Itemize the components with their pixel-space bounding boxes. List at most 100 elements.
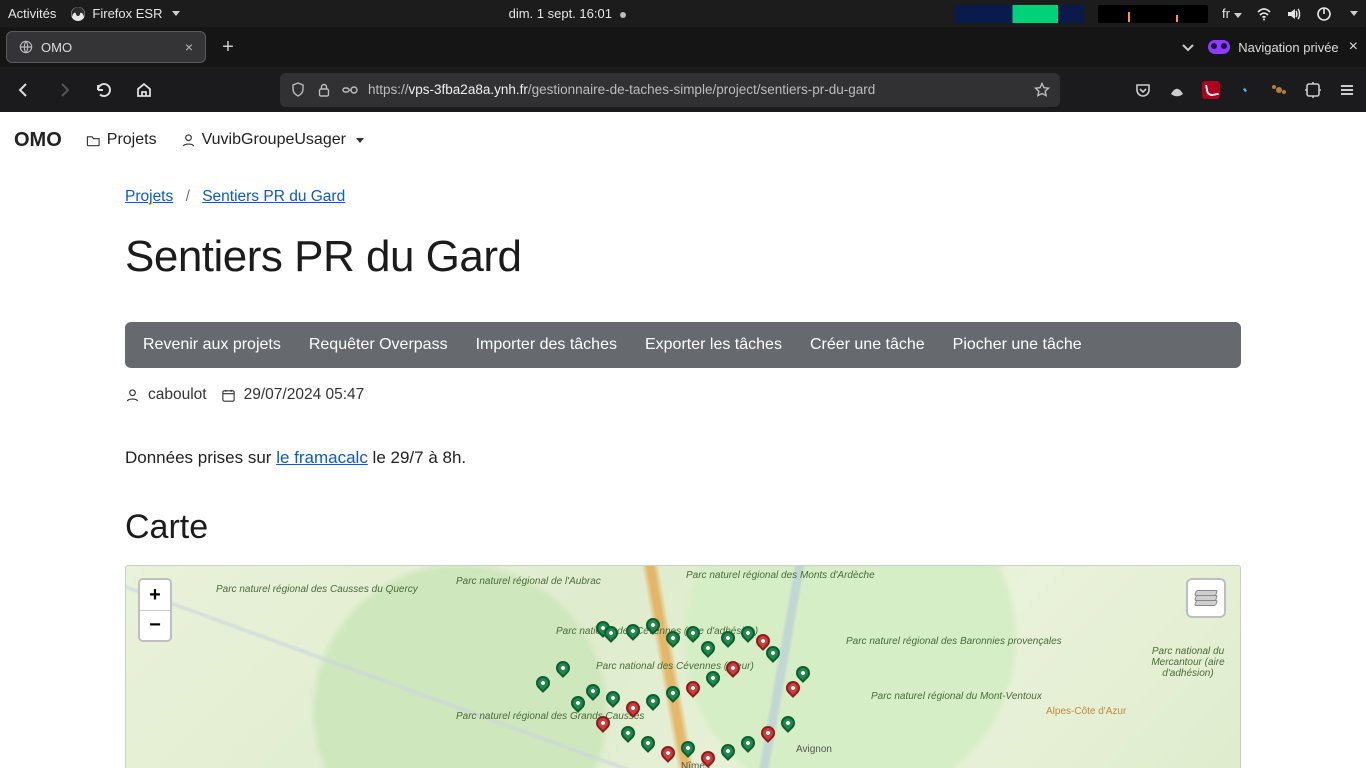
map-marker[interactable] xyxy=(643,615,663,635)
forward-button xyxy=(50,76,78,104)
browser-toolbar: https://vps-3fba2a8a.ynh.fr/gestionnaire… xyxy=(0,67,1366,112)
back-button[interactable] xyxy=(10,76,38,104)
brand-logo[interactable]: OMO xyxy=(14,129,62,152)
lock-icon[interactable] xyxy=(316,82,332,98)
map-marker[interactable] xyxy=(698,748,718,768)
system-graph-icon xyxy=(954,5,1084,23)
tab-close-button[interactable]: × xyxy=(185,39,193,55)
import-tasks-button[interactable]: Importer des tâches xyxy=(462,326,631,364)
permissions-icon[interactable] xyxy=(342,82,358,98)
wifi-icon[interactable] xyxy=(1256,6,1272,22)
map-marker[interactable] xyxy=(553,658,573,678)
breadcrumb-sep: / xyxy=(186,188,190,205)
map-marker[interactable] xyxy=(623,698,643,718)
map-label: Parc national du Mercantour (aire d'adhé… xyxy=(1136,646,1240,679)
map-layers-button[interactable] xyxy=(1186,578,1226,618)
map-marker[interactable] xyxy=(638,733,658,753)
map-marker[interactable] xyxy=(593,713,613,733)
app-menu[interactable]: Firefox ESR xyxy=(70,6,180,22)
app-menu-label: Firefox ESR xyxy=(92,6,162,21)
map-label: Parc naturel régional des Baronnies prov… xyxy=(846,636,1062,647)
keyboard-layout-indicator[interactable]: fr xyxy=(1222,6,1242,21)
map-marker[interactable] xyxy=(793,663,813,683)
nav-user-menu[interactable]: VuvibGroupeUsager xyxy=(181,131,364,149)
bookmark-star-icon[interactable] xyxy=(1034,82,1050,98)
map-marker[interactable] xyxy=(643,691,663,711)
zoom-in-button[interactable]: + xyxy=(140,580,170,610)
os-top-bar: Activités Firefox ESR dim. 1 sept. 16:01… xyxy=(0,0,1366,27)
new-tab-button[interactable]: + xyxy=(212,31,244,63)
create-task-button[interactable]: Créer une tâche xyxy=(796,326,939,364)
chevron-down-icon xyxy=(1234,13,1242,18)
map-marker[interactable] xyxy=(568,693,588,713)
map-marker[interactable] xyxy=(678,738,698,758)
map-marker[interactable] xyxy=(718,628,738,648)
firefox-icon xyxy=(70,6,86,22)
chevron-down-icon xyxy=(356,138,364,143)
layers-icon xyxy=(1195,590,1217,606)
map-marker[interactable] xyxy=(533,673,553,693)
user-icon xyxy=(181,133,196,148)
framacalc-link[interactable]: le framacalc xyxy=(276,448,368,467)
chevron-down-icon xyxy=(172,11,180,16)
ublock-icon[interactable] xyxy=(1202,81,1220,99)
extensions-button[interactable] xyxy=(1304,81,1322,99)
map-marker[interactable] xyxy=(663,628,683,648)
tabs-dropdown-button[interactable] xyxy=(1180,39,1196,55)
map-zoom-control: + − xyxy=(138,578,172,642)
map-marker[interactable] xyxy=(618,723,638,743)
window-close-button[interactable]: × xyxy=(1349,38,1358,56)
power-icon[interactable] xyxy=(1316,6,1332,22)
map-marker[interactable] xyxy=(723,658,743,678)
home-button[interactable] xyxy=(130,76,158,104)
browser-tab[interactable]: OMO × xyxy=(6,31,206,63)
browser-tabstrip: OMO × + Navigation privée × xyxy=(0,27,1366,67)
map-marker[interactable] xyxy=(758,723,778,743)
map-marker[interactable] xyxy=(778,713,798,733)
private-label: Navigation privée xyxy=(1238,40,1338,55)
map-marker[interactable] xyxy=(583,681,603,701)
map-marker[interactable] xyxy=(663,683,683,703)
back-to-projects-button[interactable]: Revenir aux projets xyxy=(129,326,295,364)
map-marker[interactable] xyxy=(683,678,703,698)
extension-icon[interactable] xyxy=(1168,81,1186,99)
volume-icon[interactable] xyxy=(1286,6,1302,22)
system-graph2-icon xyxy=(1098,5,1208,23)
map-marker[interactable] xyxy=(738,733,758,753)
map-marker[interactable] xyxy=(783,678,803,698)
private-browsing-badge: Navigation privée xyxy=(1208,40,1338,55)
tab-title: OMO xyxy=(41,40,72,55)
map-marker[interactable] xyxy=(658,743,678,763)
map-label: Parc naturel régional du Mont-Ventoux xyxy=(871,691,1042,702)
page-viewport[interactable]: OMO Projets VuvibGroupeUsager Projets / … xyxy=(0,112,1366,768)
pick-task-button[interactable]: Piocher une tâche xyxy=(939,326,1096,364)
project-map[interactable]: + − Parc naturel régional des Causses du… xyxy=(125,565,1241,768)
folder-icon xyxy=(86,133,101,148)
extension2-icon[interactable] xyxy=(1236,81,1254,99)
project-author: caboulot xyxy=(148,386,207,404)
notification-dot-icon xyxy=(620,12,626,18)
query-overpass-button[interactable]: Requêter Overpass xyxy=(295,326,462,364)
map-marker[interactable] xyxy=(623,621,643,641)
breadcrumb-current[interactable]: Sentiers PR du Gard xyxy=(202,188,345,205)
map-marker[interactable] xyxy=(703,668,723,688)
map-marker[interactable] xyxy=(698,638,718,658)
map-marker[interactable] xyxy=(683,623,703,643)
extension3-icon[interactable] xyxy=(1270,81,1288,99)
tracking-shield-icon[interactable] xyxy=(290,82,306,98)
os-clock[interactable]: dim. 1 sept. 16:01 xyxy=(180,6,954,21)
nav-projects[interactable]: Projets xyxy=(86,131,157,149)
url-bar[interactable]: https://vps-3fba2a8a.ynh.fr/gestionnaire… xyxy=(280,73,1060,107)
project-action-bar: Revenir aux projets Requêter Overpass Im… xyxy=(125,322,1241,368)
pocket-icon[interactable] xyxy=(1134,81,1152,99)
mask-icon xyxy=(1208,40,1230,54)
map-marker[interactable] xyxy=(718,741,738,761)
reload-button[interactable] xyxy=(90,76,118,104)
map-marker[interactable] xyxy=(603,688,623,708)
export-tasks-button[interactable]: Exporter les tâches xyxy=(631,326,796,364)
activities-button[interactable]: Activités xyxy=(8,6,56,21)
breadcrumb-root[interactable]: Projets xyxy=(125,188,173,205)
hamburger-menu-icon[interactable] xyxy=(1338,81,1356,99)
project-description: Données prises sur le framacalc le 29/7 … xyxy=(125,448,1241,468)
zoom-out-button[interactable]: − xyxy=(140,610,170,640)
